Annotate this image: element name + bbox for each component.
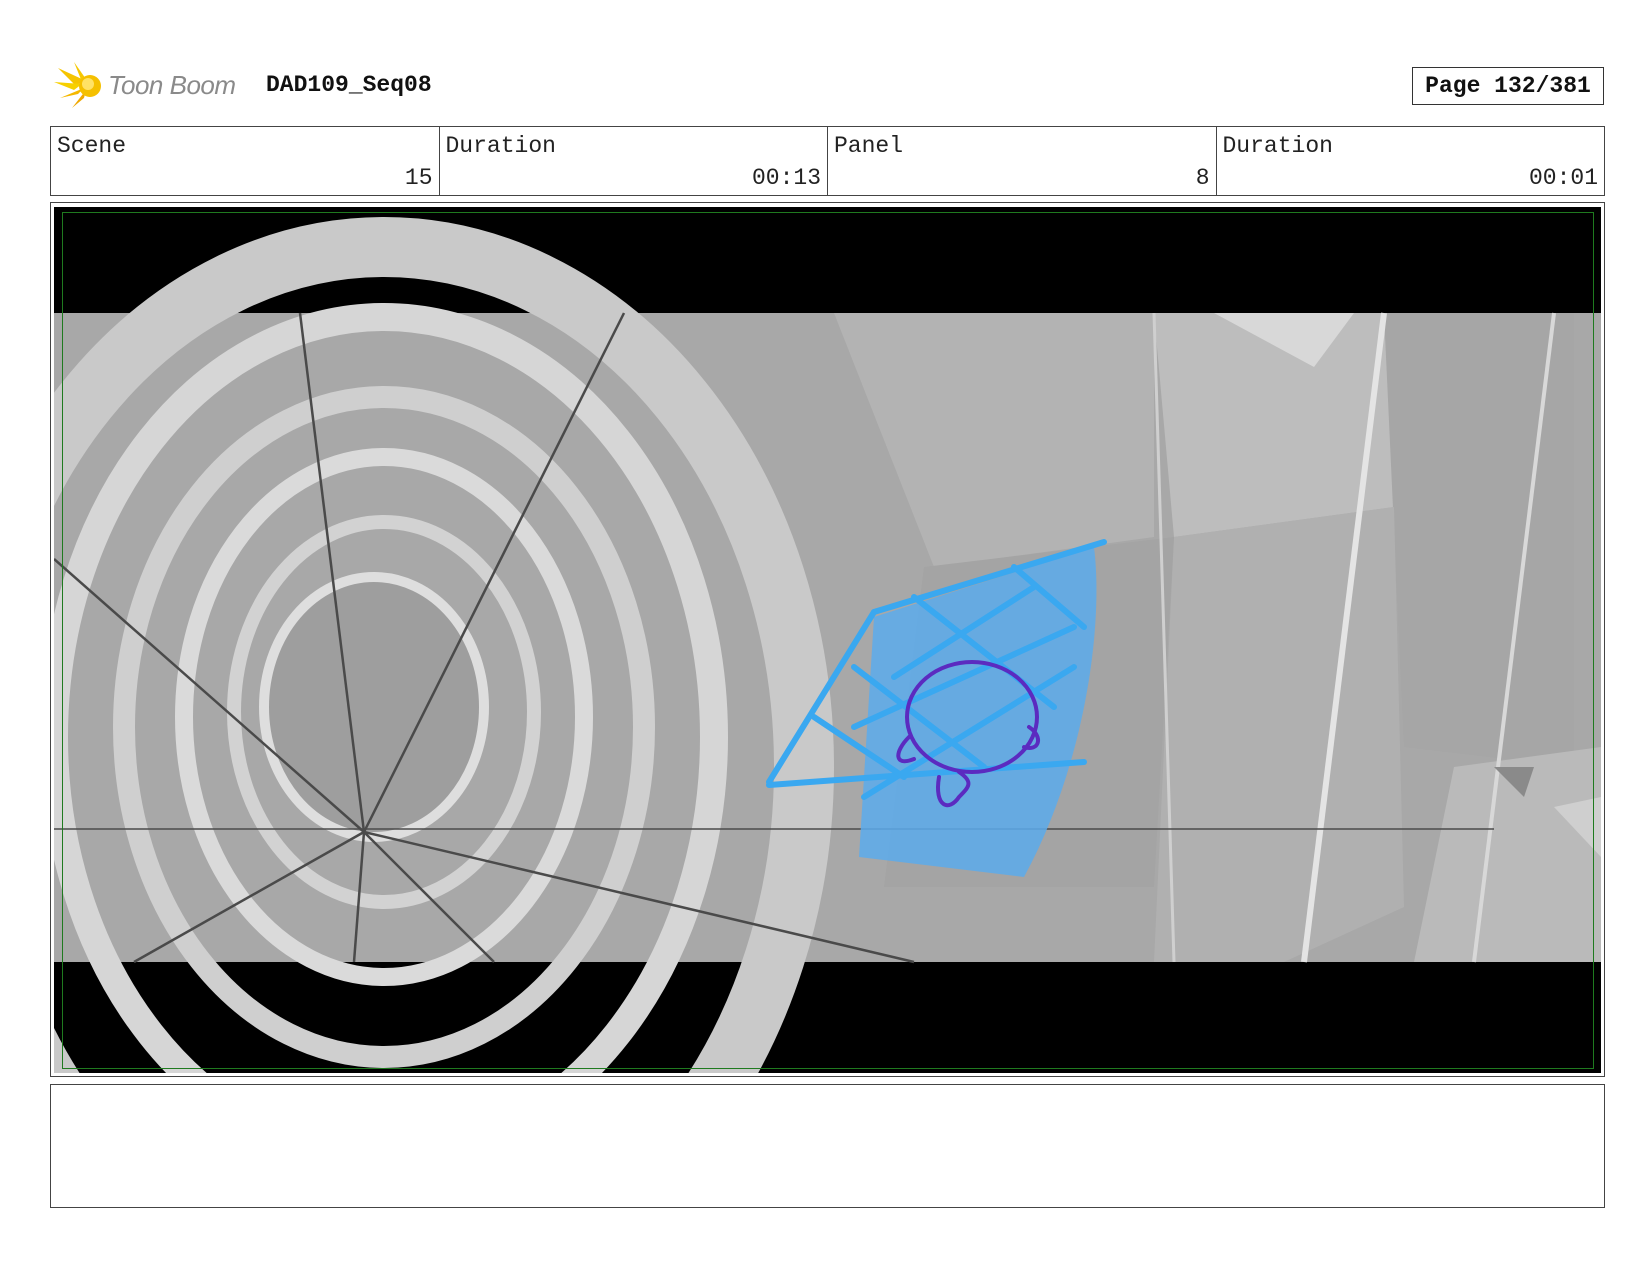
panel-duration-cell: Duration 00:01 (1217, 127, 1605, 195)
panel-duration-value: 00:01 (1528, 165, 1598, 191)
scene-cell: Scene 15 (51, 127, 440, 195)
scene-duration-label: Duration (445, 133, 556, 159)
panel-notes-box (50, 1084, 1605, 1208)
scene-duration-cell: Duration 00:13 (440, 127, 828, 195)
panel-value: 8 (1195, 165, 1210, 191)
document-title: DAD109_Seq08 (266, 72, 432, 98)
panel-cell: Panel 8 (828, 127, 1217, 195)
storyboard-panel-image (54, 207, 1601, 1073)
scene-label: Scene (57, 133, 127, 159)
scene-duration-value: 00:13 (751, 165, 821, 191)
panel-label: Panel (834, 133, 904, 159)
page-indicator: Page 132/381 (1412, 67, 1604, 105)
brand-wordmark: Toon Boom (108, 70, 236, 100)
panel-info-table: Scene 15 Duration 00:13 Panel 8 Duration… (50, 126, 1605, 196)
panel-duration-label: Duration (1222, 133, 1333, 159)
scene-value: 15 (404, 165, 433, 191)
